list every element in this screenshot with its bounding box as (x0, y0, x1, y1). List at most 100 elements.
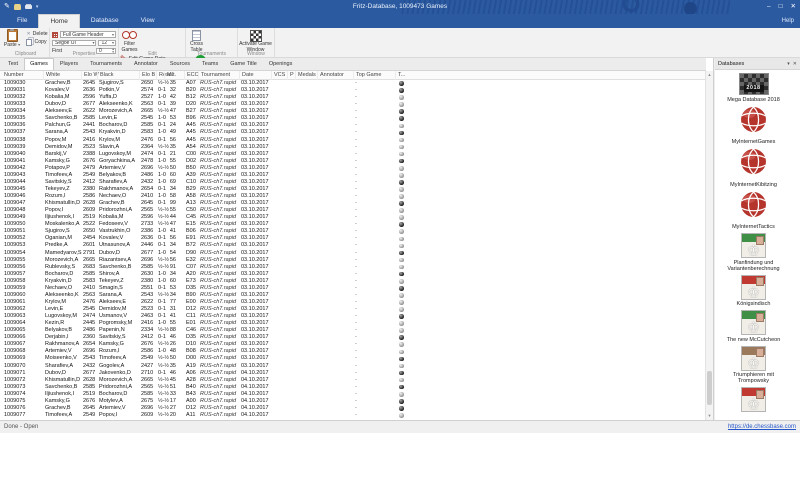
scroll-up-icon[interactable]: ▲ (706, 71, 713, 79)
game-row[interactable]: 1009049Iljiushenok,I2519Kobalia,M2596½-½… (0, 214, 706, 221)
column-header-vcs[interactable]: VCS (271, 71, 285, 80)
game-row[interactable]: 1009055Morozevich,A2665Riazantsev,A2696½… (0, 257, 706, 264)
game-row[interactable]: 1009068Artemiev,V2696Rozum,I25861-048B08… (0, 348, 706, 355)
paste-button[interactable]: Paste ▾ (2, 28, 22, 49)
column-header-p[interactable]: P (287, 71, 294, 80)
column-header-eco[interactable]: ECO (184, 71, 197, 80)
list-tab-annotator[interactable]: Annotator (128, 58, 164, 70)
game-row[interactable]: 1009051Sjugirov,S2650Vastrukhin,O23861-0… (0, 228, 706, 235)
copy-button[interactable]: Copy (26, 39, 47, 46)
database-item-myinternetgames[interactable]: MyInternetGames (732, 106, 776, 146)
game-row[interactable]: 1009031Kovalev,V2636Potkin,V25740-132B20… (0, 87, 706, 94)
game-row[interactable]: 1009057Bocharov,D2585Shirov,A26301-034A2… (0, 271, 706, 278)
ribbon-tab-database[interactable]: Database (80, 14, 130, 28)
column-header-number[interactable]: Number (2, 71, 42, 80)
column-header-top-game[interactable]: Top Game (353, 71, 395, 80)
game-row[interactable]: 1009062Levin,E2545Demidov,M25230-131D12R… (0, 306, 706, 313)
list-tab-sources[interactable]: Sources (164, 58, 196, 70)
game-row[interactable]: 1009056Rublevsky,S2683Savchenko,B2585½-½… (0, 264, 706, 271)
game-row[interactable]: 1009030Grachev,B2645Sjugirov,S2650½-½35A… (0, 80, 706, 87)
game-row[interactable]: 1009053Predke,A2601Utnasunov,A24460-134B… (0, 242, 706, 249)
list-tab-players[interactable]: Players (54, 58, 84, 70)
scroll-down-icon[interactable]: ▼ (706, 412, 713, 420)
game-row[interactable]: 1009061Krylov,M2476Alekseev,E26220-177E0… (0, 299, 706, 306)
game-row[interactable]: 1009048Popov,I2609Pridorozhni,A2565½-½55… (0, 207, 706, 214)
panel-menu-icon[interactable]: ▾ (787, 59, 790, 69)
font-name-select[interactable]: Segoe UI▾ (52, 40, 96, 47)
help-link[interactable]: Help (782, 14, 794, 28)
game-row[interactable]: 1009070Sharafiev,A2432Gogolev,A2427½-½35… (0, 363, 706, 370)
chessbase-link[interactable]: https://de.chessbase.com (728, 421, 796, 433)
game-row[interactable]: 1009067Rakhmanov,A2654Kamsky,G2676½-½26D… (0, 341, 706, 348)
list-tab-openings[interactable]: Openings (263, 58, 299, 70)
game-row[interactable]: 1009034Alekseev,E2622Morozevich,A2665½-½… (0, 108, 706, 115)
game-row[interactable]: 1009060Alekseenko,K2563Sarana,A2543½-½34… (0, 292, 706, 299)
game-row[interactable]: 1009032Kobalia,M2596Yuffa,D25271-042B12R… (0, 94, 706, 101)
game-row[interactable]: 1009077Timofeev,A2549Popov,I2609½-½20A11… (0, 412, 706, 419)
list-tab-games[interactable]: Games (24, 58, 54, 70)
game-row[interactable]: 1009036Palchun,G2441Bocharov,D25850-124A… (0, 122, 706, 129)
game-row[interactable]: 1009046Rozum,I2586Nechaev,O24101-058A58R… (0, 193, 706, 200)
game-row[interactable]: 1009072Khismatullin,D2628Morozevich,A266… (0, 377, 706, 384)
ribbon-tab-home[interactable]: Home (38, 14, 79, 28)
game-row[interactable]: 1009075Kamsky,G2676Motylev,A2675½-½17A00… (0, 398, 706, 405)
database-item-myinternetkibitzing[interactable]: MyInternetKibitzing (730, 148, 777, 188)
game-row[interactable]: 1009066Derjabin,I2360Savitskiy,S24120-14… (0, 334, 706, 341)
game-row[interactable]: 1009033Dubov,D2677Alekseenko,K25630-139D… (0, 101, 706, 108)
database-item-k-nigsindisch[interactable]: ♔Königsindisch (737, 275, 771, 308)
game-row[interactable]: 1009042Potapov,P2479Artemiev,V2696½-½50B… (0, 165, 706, 172)
game-row[interactable]: 1009044Savitskiy,S2412Sharafiev,A24321-0… (0, 179, 706, 186)
database-item-triumphieren-mit-trompowsky[interactable]: ♔Triumphieren mit Trompowsky (718, 346, 790, 385)
game-row[interactable]: 1009043Timofeev,A2549Belyakov,B24861-060… (0, 172, 706, 179)
game-row[interactable]: 1009058Kryakvin,D2583Tekeyev,Z23801-060E… (0, 278, 706, 285)
database-item-dvd-red[interactable]: ♔ (741, 387, 766, 412)
games-scrollbar-thumb[interactable] (707, 371, 712, 405)
game-row[interactable]: 1009073Savchenko,B2585Pridorozhni,A2565½… (0, 384, 706, 391)
game-row[interactable]: 1009074Iljiushenok,I2519Bocharov,D2585½-… (0, 391, 706, 398)
column-header-m[interactable]: M... (164, 71, 180, 80)
list-tab-game-title[interactable]: Game Title (224, 58, 263, 70)
game-row[interactable]: 1009069Moiseenko,V2543Timofeev,A2549½-½5… (0, 355, 706, 362)
column-header-elo-w[interactable]: Elo W (81, 71, 96, 80)
game-header-select[interactable]: Full Game Header▾ (60, 31, 116, 38)
column-header-t[interactable]: T... (395, 71, 407, 80)
list-tab-text[interactable]: Text (2, 58, 24, 70)
font-size-select[interactable]: 12▾ (98, 40, 116, 47)
game-row[interactable]: 1009047Khismatullin,D2628Grachev,B26450-… (0, 200, 706, 207)
minimize-button[interactable]: – (767, 0, 771, 14)
column-header-black[interactable]: Black (97, 71, 138, 80)
ribbon-tab-view[interactable]: View (130, 14, 166, 28)
column-header-annotator[interactable]: Annotator (317, 71, 351, 80)
panel-close-icon[interactable]: ✕ (793, 59, 797, 69)
game-row[interactable]: 1009054Mamedyarov,S2791Dubov,D26771-054D… (0, 250, 706, 257)
ribbon-tab-file[interactable]: File (6, 14, 38, 28)
game-row[interactable]: 1009040Barskij,V2388Lugovskoy,M24740-121… (0, 151, 706, 158)
database-item-mega-database-2018[interactable]: 2018Mega Database 2018 (727, 73, 780, 103)
game-row[interactable]: 1009045Tekeyev,Z2380Rakhmanov,A26540-134… (0, 186, 706, 193)
activate-game-window-button[interactable]: Activate Game Window (238, 28, 273, 53)
close-button[interactable]: ✕ (791, 0, 796, 14)
game-row[interactable]: 1009071Dubov,D2677Jakovenko,D27100-146A0… (0, 370, 706, 377)
column-header-date[interactable]: Date (239, 71, 270, 80)
game-row[interactable]: 1009037Sarana,A2543Kryakvin,D25831-049A4… (0, 129, 706, 136)
column-header-white[interactable]: White (43, 71, 81, 80)
game-row[interactable]: 1009076Grachev,B2645Artemiev,V2696½-½27D… (0, 405, 706, 412)
column-header-elo-b[interactable]: Elo B (139, 71, 155, 80)
database-item-the-new-mccutcheon[interactable]: ♔The new McCutcheon (727, 310, 781, 343)
game-row[interactable]: 1009041Kamsky,G2676Goryachkina,A24781-05… (0, 158, 706, 165)
cross-table-button[interactable]: Cross Table (186, 28, 207, 53)
game-row[interactable]: 1009063Lugovskoy,M2474Usmanov,V24630-141… (0, 313, 706, 320)
games-scrollbar[interactable]: ▲ ▼ (705, 71, 713, 420)
game-row[interactable]: 1009050Moskalenko,A2522Fedoseev,V2733½-½… (0, 221, 706, 228)
game-row[interactable]: 1009064Kezin,R2445Pogromsky,M24161-055E0… (0, 320, 706, 327)
game-row[interactable]: 1009039Demidov,M2523Slavin,A2364½-½35A54… (0, 144, 706, 151)
database-item-planfindung-und-variantenberechnung[interactable]: ♔Planfindung und Variantenberechnung (718, 233, 790, 272)
game-row[interactable]: 1009052Oganian,M2454Kovalev,V26360-156E9… (0, 235, 706, 242)
column-header-tournament[interactable]: Tournament (198, 71, 238, 80)
game-row[interactable]: 1009065Belyakov,B2486Papenin,N2334½-½88C… (0, 327, 706, 334)
game-row[interactable]: 1009038Popov,M2416Krylov,M24760-156A45RU… (0, 137, 706, 144)
list-tab-teams[interactable]: Teams (196, 58, 224, 70)
maximize-button[interactable]: □ (779, 0, 783, 14)
column-header-medals[interactable]: Medals (295, 71, 315, 80)
filter-games-button[interactable]: Filter Games (120, 28, 139, 53)
